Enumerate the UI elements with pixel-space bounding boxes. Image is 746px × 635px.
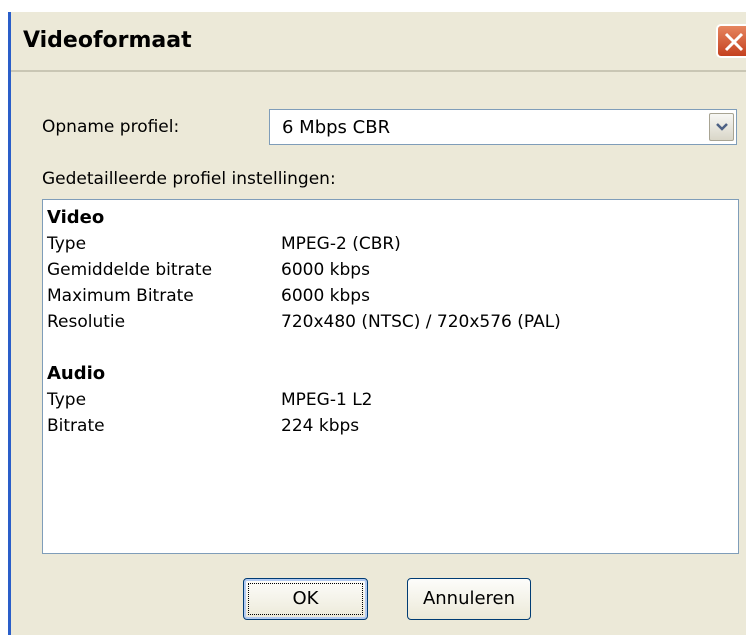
details-label: Gedetailleerde profiel instellingen: — [42, 169, 336, 189]
audio-type-value: MPEG-1 L2 — [281, 390, 373, 410]
video-resolution-value: 720x480 (NTSC) / 720x576 (PAL) — [281, 312, 561, 332]
profile-details-box: Video Type MPEG-2 (CBR) Gemiddelde bitra… — [42, 199, 739, 554]
audio-bitrate-value: 224 kbps — [281, 416, 360, 436]
video-type-label: Type — [47, 234, 87, 254]
ok-button[interactable]: OK — [243, 578, 368, 620]
audio-heading: Audio — [47, 363, 106, 384]
focus-rectangle — [248, 583, 363, 615]
video-max-bitrate-value: 6000 kbps — [281, 286, 370, 306]
dialog-title: Videoformaat — [23, 28, 192, 53]
audio-type-label: Type — [47, 390, 87, 410]
video-format-dialog: Videoformaat Opname profiel: 6 Mbps CBR … — [8, 12, 746, 635]
title-bar[interactable]: Videoformaat — [11, 12, 746, 72]
close-button[interactable] — [716, 24, 746, 58]
video-avg-bitrate-label: Gemiddelde bitrate — [47, 260, 213, 280]
profile-dropdown-button[interactable] — [709, 113, 734, 141]
audio-bitrate-label: Bitrate — [47, 416, 105, 436]
video-max-bitrate-label: Maximum Bitrate — [47, 286, 194, 306]
chevron-down-icon — [716, 123, 728, 131]
video-heading: Video — [47, 207, 105, 228]
cancel-button[interactable]: Annuleren — [407, 578, 531, 620]
close-icon — [724, 32, 744, 52]
cancel-button-label: Annuleren — [422, 588, 516, 609]
profile-selected-value: 6 Mbps CBR — [282, 117, 391, 138]
video-type-value: MPEG-2 (CBR) — [281, 234, 401, 254]
profile-label: Opname profiel: — [42, 117, 180, 137]
video-resolution-label: Resolutie — [47, 312, 126, 332]
video-avg-bitrate-value: 6000 kbps — [281, 260, 370, 280]
profile-select[interactable]: 6 Mbps CBR — [269, 109, 737, 145]
